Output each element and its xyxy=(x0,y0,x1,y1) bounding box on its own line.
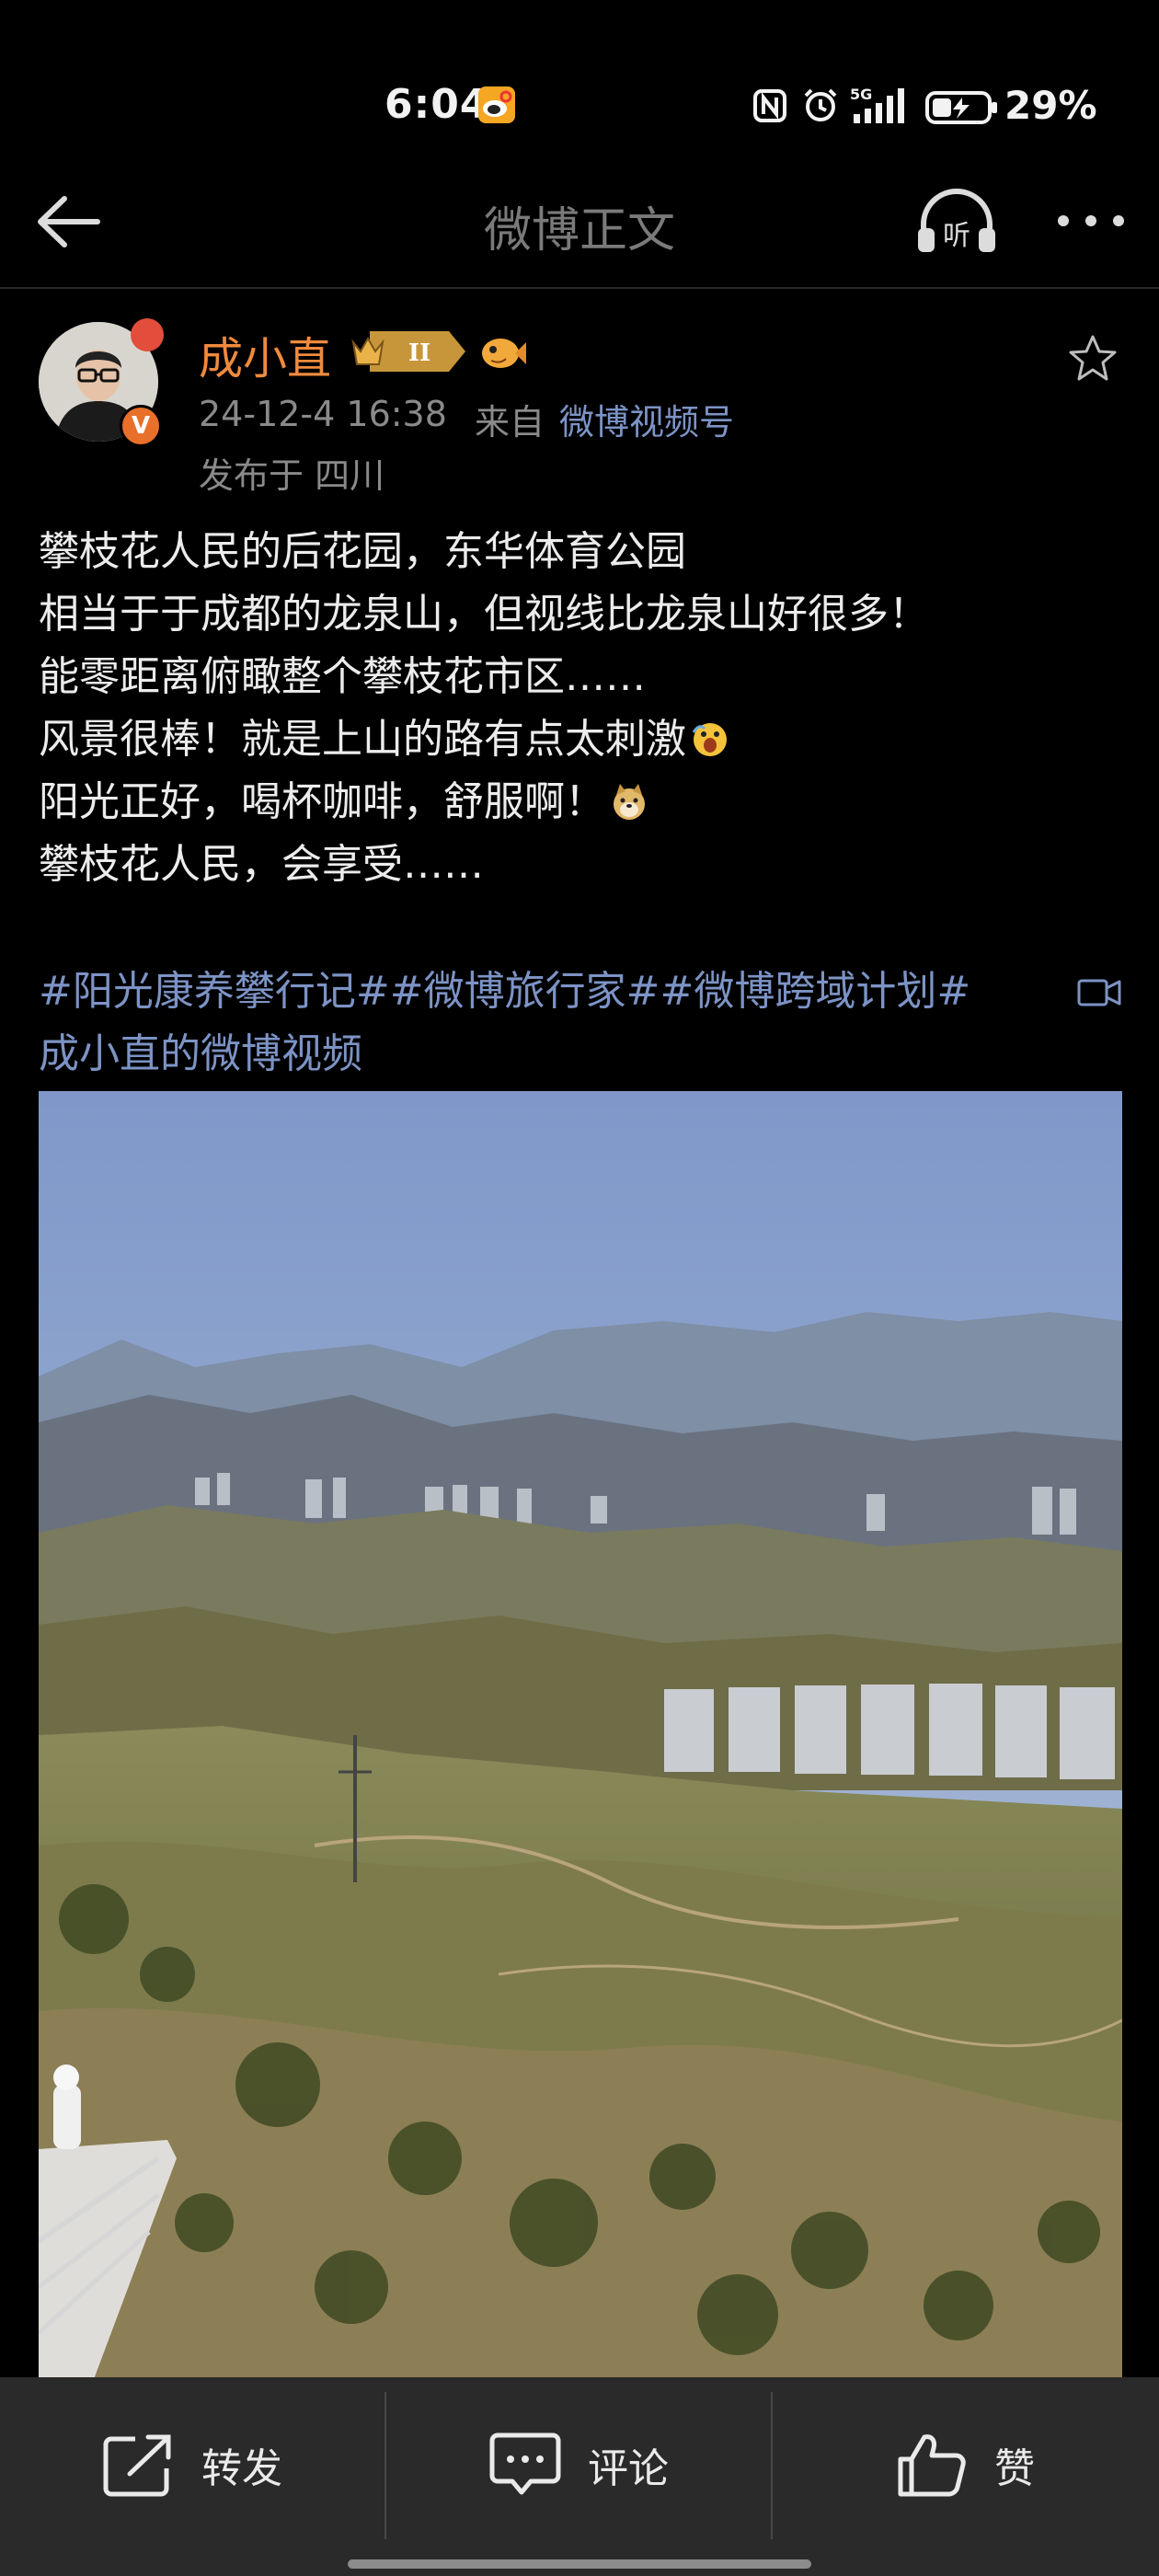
weibo-app-icon xyxy=(478,86,515,123)
post-text: 攀枝花人民的后花园，东华体育公园 相当于于成都的龙泉山，但视线比龙泉山好很多！ … xyxy=(39,521,1133,896)
verified-badge: V xyxy=(120,405,162,447)
author-name[interactable]: 成小直 xyxy=(199,322,331,386)
hashtag-row: #阳光康养攀行记##微博旅行家##微博跨域计划# 成小直的微博视频 xyxy=(39,960,1133,1086)
repost-label: 转发 xyxy=(201,2445,282,2492)
more-icon[interactable] xyxy=(1054,210,1128,232)
source-prefix: 来自 xyxy=(475,402,545,443)
repost-button[interactable]: 转发 xyxy=(0,2377,384,2552)
video-link[interactable]: 成小直的微博视频 xyxy=(39,1030,362,1077)
headphones-icon[interactable]: 听 xyxy=(914,188,999,256)
post-location: 发布于 四川 xyxy=(199,455,385,496)
alarm-icon xyxy=(804,88,837,121)
battery-percent: 29% xyxy=(1004,83,1097,128)
video-camera-icon xyxy=(1077,979,1121,1006)
post-line: 风景很棒！就是上山的路有点太刺激 xyxy=(39,716,686,763)
post-line-with-emoji: 阳光正好，喝杯咖啡，舒服啊！ xyxy=(39,771,1133,834)
post-line: 阳光正好，喝杯咖啡，舒服啊！ xyxy=(39,778,605,825)
post-line-with-emoji: 风景很棒！就是上山的路有点太刺激 xyxy=(39,708,1133,771)
signal-label: 5G xyxy=(850,86,872,103)
post-line: 能零距离俯瞰整个攀枝花市区…… xyxy=(39,653,646,700)
post-line: 相当于于成都的龙泉山，但视线比龙泉山好很多！ xyxy=(39,591,929,638)
comment-label: 评论 xyxy=(588,2445,669,2492)
member-level-badge-icon[interactable]: II xyxy=(350,328,469,375)
star-icon[interactable] xyxy=(1067,333,1119,385)
like-label: 赞 xyxy=(994,2445,1035,2492)
home-indicator[interactable] xyxy=(348,2559,811,2569)
member-level: II xyxy=(408,339,430,367)
status-time: 6:04 xyxy=(384,81,489,128)
hashtag-link[interactable]: #微博跨域计划# xyxy=(660,968,970,1015)
post-video[interactable] xyxy=(39,1091,1122,2379)
repost-icon xyxy=(103,2434,171,2497)
nfc-icon xyxy=(753,89,786,122)
signal-5g-icon: 5G xyxy=(850,86,904,123)
comment-icon xyxy=(489,2432,561,2495)
source-link[interactable]: 微博视频号 xyxy=(559,394,734,444)
action-bar: 转发 评论 赞 xyxy=(0,2377,1159,2576)
doge-emoji-icon xyxy=(614,784,645,820)
hashtag-link[interactable]: #微博旅行家# xyxy=(390,968,660,1015)
thumbs-up-icon xyxy=(898,2434,966,2497)
fish-badge-icon xyxy=(482,339,526,368)
listen-label: 听 xyxy=(943,220,970,252)
like-button[interactable]: 赞 xyxy=(773,2377,1157,2552)
header-divider xyxy=(0,287,1159,289)
landscape-photo xyxy=(39,1091,1122,2379)
comment-button[interactable]: 评论 xyxy=(386,2377,771,2552)
hashtag-link[interactable]: #阳光康养攀行记# xyxy=(39,968,390,1015)
post-time: 24-12-4 16:38 xyxy=(199,394,447,434)
post-line: 攀枝花人民，会享受…… xyxy=(39,841,484,888)
battery-charging-icon xyxy=(925,91,997,124)
avatar-notification-dot xyxy=(131,318,164,351)
status-bar: 6:04 5G 29% xyxy=(0,0,1159,216)
post-line: 攀枝花人民的后花园，东华体育公园 xyxy=(39,528,686,575)
scared-emoji-icon xyxy=(692,723,727,756)
